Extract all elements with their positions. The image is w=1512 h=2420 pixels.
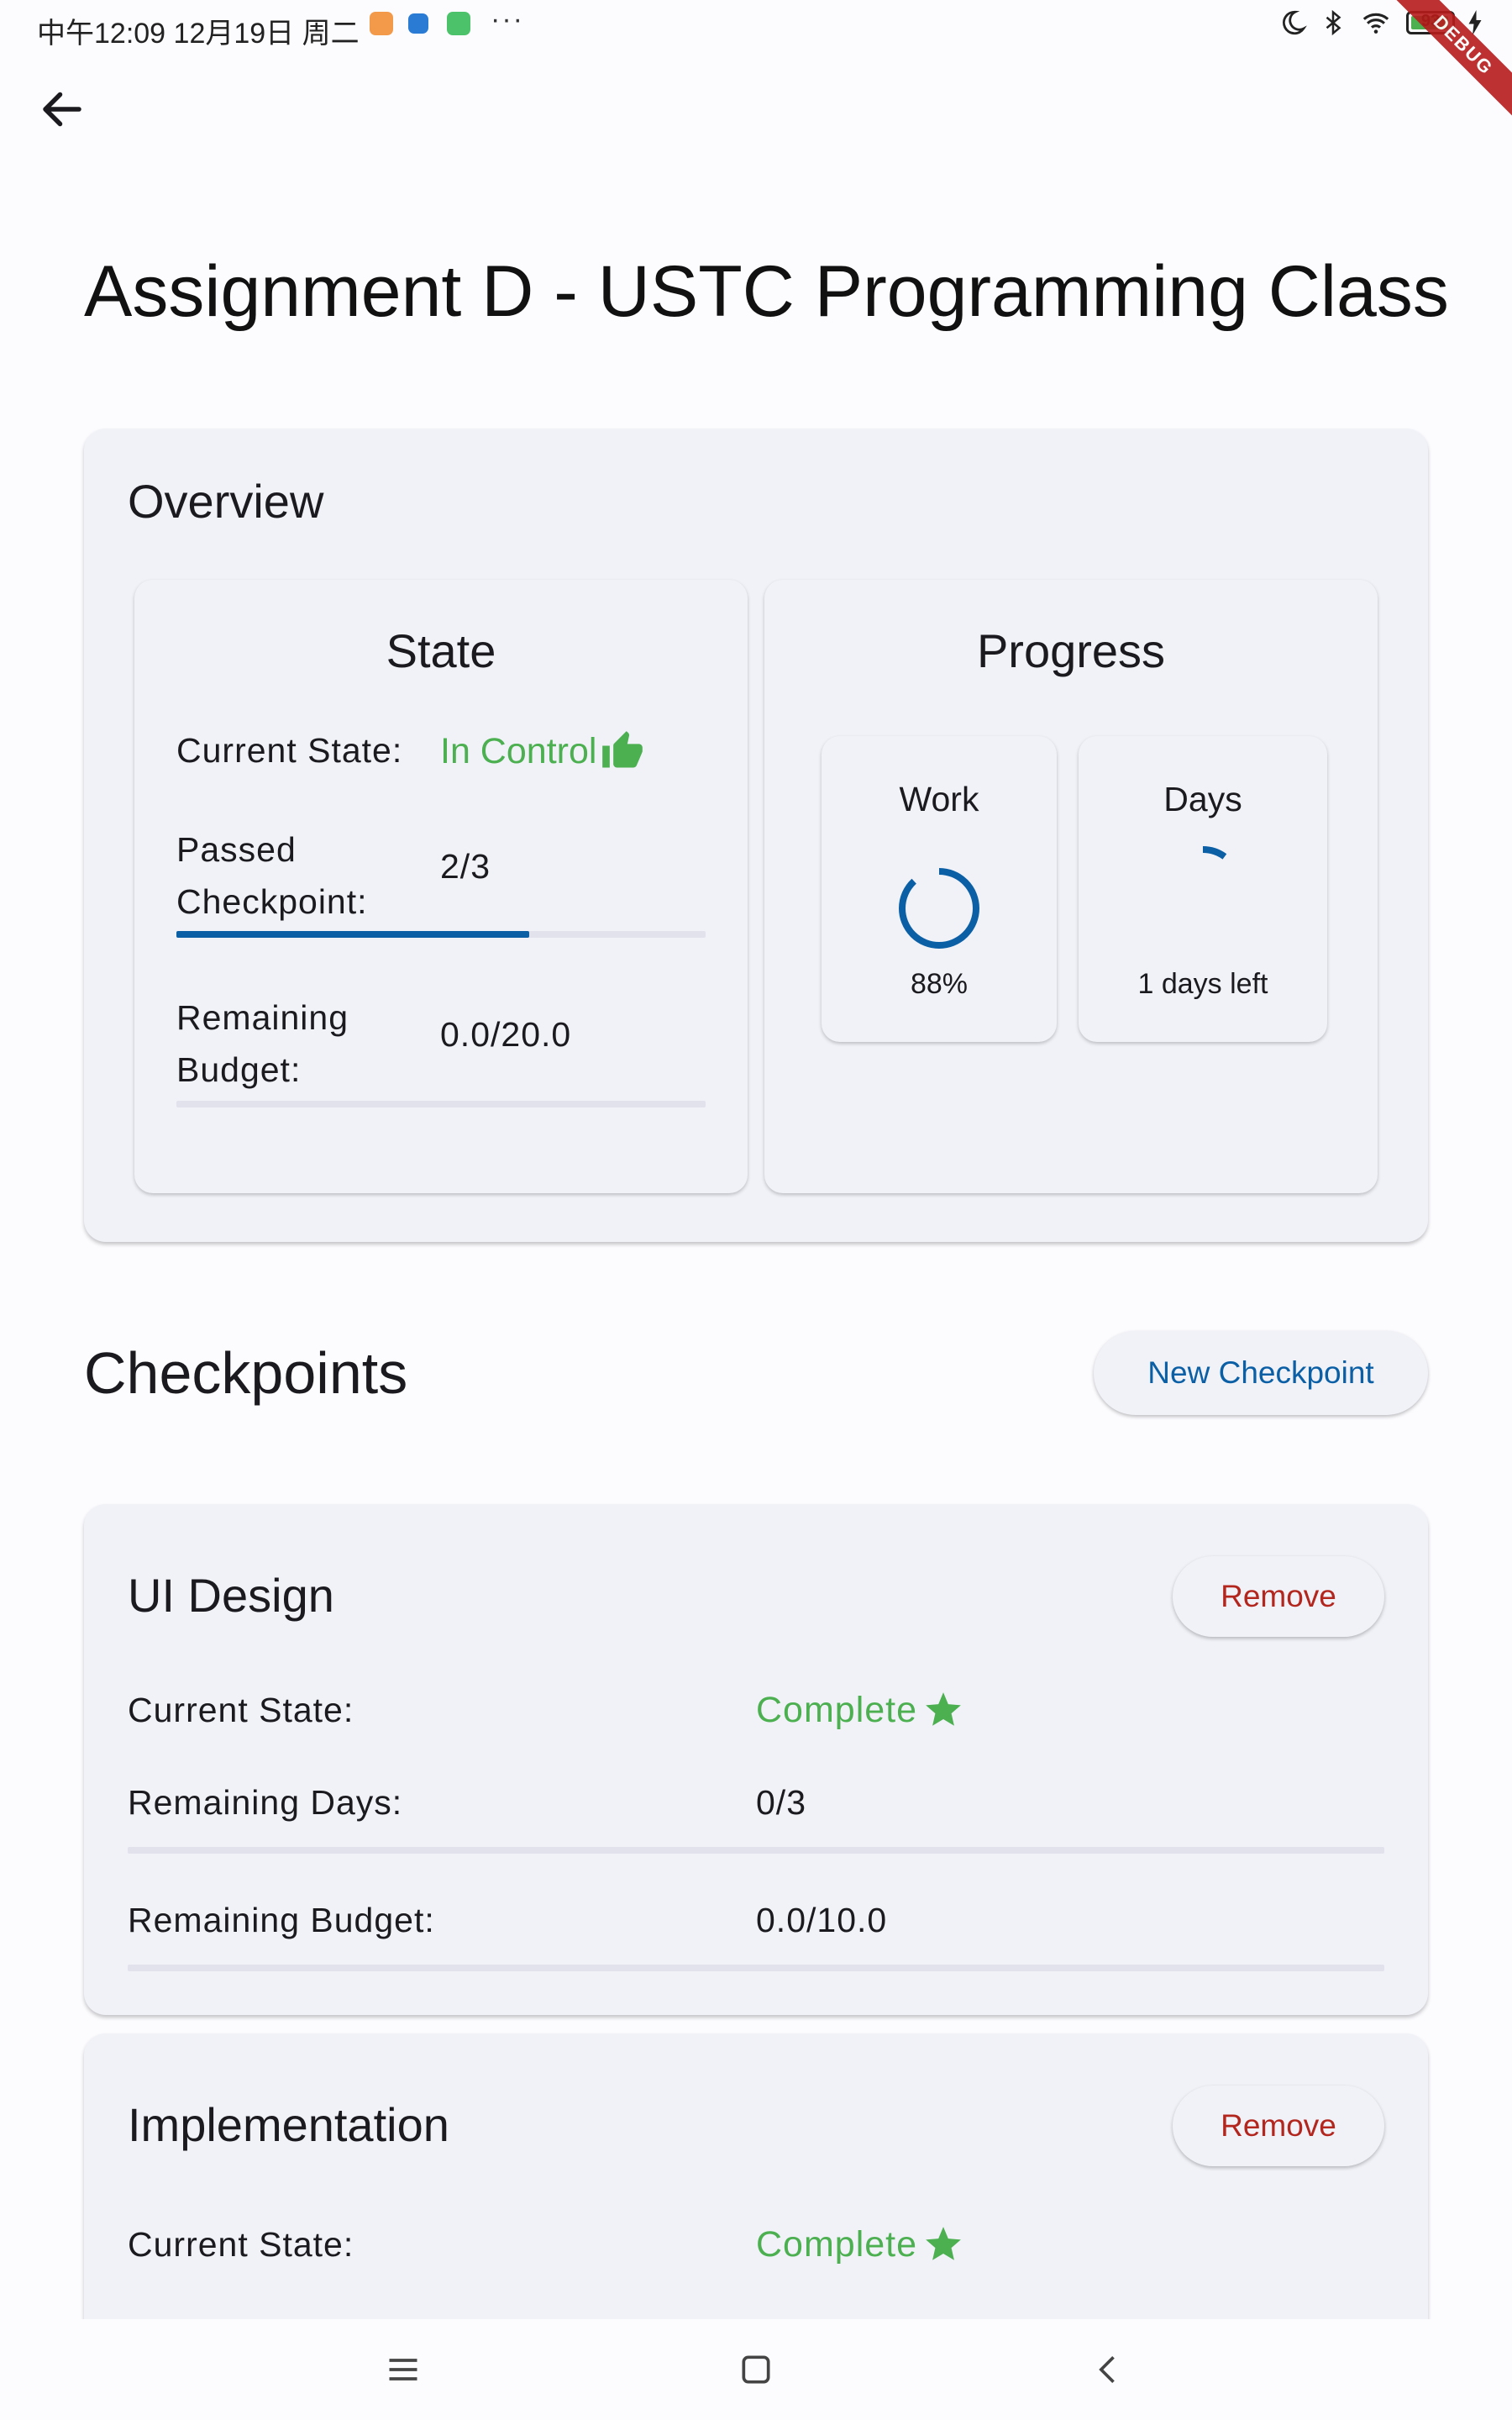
work-progress-ring (899, 868, 979, 949)
remove-checkpoint-button[interactable]: Remove (1173, 1556, 1384, 1637)
back-icon[interactable] (1090, 2351, 1127, 2388)
checkpoint-state-value: Complete (756, 1689, 964, 1731)
checkpoint-card-ui-design: UI Design Remove Current State: Complete… (84, 1504, 1428, 2015)
menu-icon[interactable] (385, 2351, 422, 2388)
days-label: Days (1163, 780, 1242, 818)
checkpoint-name: UI Design (128, 1569, 334, 1622)
remaining-budget-value: 0.0/20.0 (440, 1015, 572, 1054)
star-icon (926, 2227, 961, 2260)
work-progress-card: Work 88% (822, 736, 1057, 1042)
overview-heading: Overview (128, 475, 324, 528)
checkpoint-state-text: Complete (756, 1689, 918, 1730)
passed-checkpoint-value: 2/3 (440, 847, 491, 886)
checkpoints-heading: Checkpoints (84, 1340, 408, 1406)
overview-card: Overview State Current State: In Control… (84, 429, 1428, 1242)
passed-label-line1: Passed (176, 830, 297, 869)
app-notification-icon (408, 13, 428, 34)
days-progress-ring (1163, 846, 1243, 927)
passed-label-line2: Checkpoint: (176, 882, 368, 921)
system-navigation-bar (0, 2319, 1512, 2420)
progress-heading: Progress (976, 624, 1166, 677)
remaining-days-value: 0/3 (756, 1783, 806, 1822)
checkpoint-state-text: Complete (756, 2223, 918, 2265)
checkpoint-state-label: Current State: (128, 1691, 354, 1729)
checkpoint-budget-value: 0.0/10.0 (756, 1901, 888, 1939)
remaining-budget-progress (176, 1101, 706, 1107)
work-value: 88% (910, 968, 969, 1000)
current-state-label: Current State: (176, 731, 403, 770)
budget-label-line2: Budget: (176, 1050, 302, 1089)
status-time: 中午12:09 12月19日 周二 (37, 18, 360, 50)
checkpoint-budget-progress (128, 1965, 1384, 1971)
moon-icon (1283, 10, 1307, 35)
remaining-budget-label: Remaining Budget: (176, 992, 349, 1096)
state-heading: State (386, 624, 496, 677)
remaining-days-label: Remaining Days: (128, 1783, 403, 1822)
passed-progress-fill (176, 931, 530, 938)
days-progress-card: Days 1 days left (1079, 736, 1327, 1042)
checkpoint-state-label: Current State: (128, 2225, 354, 2264)
passed-checkpoint-progress (176, 931, 706, 938)
more-notifications-icon: ··· (491, 3, 524, 35)
remove-checkpoint-button[interactable]: Remove (1173, 2086, 1384, 2166)
back-arrow-icon[interactable] (37, 84, 87, 134)
checkpoint-state-value: Complete (756, 2223, 964, 2265)
new-checkpoint-button[interactable]: New Checkpoint (1094, 1331, 1428, 1415)
passed-checkpoint-label: Passed Checkpoint: (176, 823, 368, 928)
remaining-days-progress (128, 1847, 1384, 1854)
app-notification-icon (370, 12, 393, 35)
star-icon (926, 1692, 961, 1726)
home-icon[interactable] (738, 2351, 774, 2388)
app-notification-icon (447, 12, 470, 35)
current-state-text: In Control (440, 730, 597, 771)
checkpoint-budget-label: Remaining Budget: (128, 1901, 435, 1939)
page-title: Assignment D - USTC Programming Class (84, 251, 1449, 332)
current-state-value: In Control (440, 729, 647, 773)
thumb-up-icon (602, 731, 643, 768)
checkpoint-name: Implementation (128, 2098, 449, 2151)
bluetooth-icon (1326, 9, 1341, 36)
days-value: 1 days left (1137, 968, 1268, 1000)
work-label: Work (899, 780, 979, 818)
state-card: State Current State: In Control Passed C… (134, 580, 748, 1193)
budget-label-line1: Remaining (176, 998, 349, 1037)
wifi-icon (1362, 13, 1389, 34)
progress-card: Progress Work 88% Days 1 days left (764, 580, 1378, 1193)
status-bar: 中午12:09 12月19日 周二 ··· 93 DEBUG (0, 0, 1512, 145)
